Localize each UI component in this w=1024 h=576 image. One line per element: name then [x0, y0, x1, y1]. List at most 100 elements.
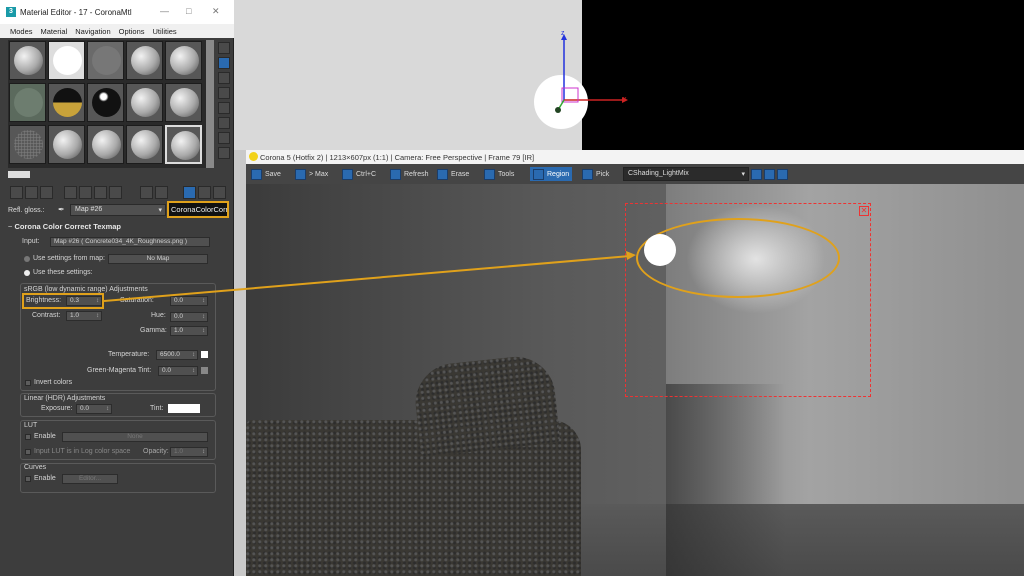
gm-tint-spinner[interactable]: 0.0: [158, 366, 198, 376]
corona-smiley-icon: [249, 152, 258, 161]
lut-file-button[interactable]: None: [62, 432, 208, 442]
minimize-icon[interactable]: —: [160, 6, 169, 16]
gamma-spinner[interactable]: 1.0: [170, 326, 208, 336]
sample-slot[interactable]: [126, 125, 163, 164]
make-unique-icon[interactable]: [79, 186, 92, 199]
put-to-scene-icon[interactable]: [25, 186, 38, 199]
input-map-button[interactable]: Map #26 ( Concrete034_4K_Roughness.png ): [50, 237, 210, 247]
material-id-icon[interactable]: [109, 186, 122, 199]
sample-slot-active[interactable]: [165, 125, 202, 164]
video-color-check-icon[interactable]: [218, 102, 230, 114]
refl-gloss-label: Refl. gloss.:: [8, 207, 45, 214]
refresh-button[interactable]: Refresh: [387, 167, 432, 181]
sample-slot[interactable]: [87, 41, 124, 80]
ctrl-c-button[interactable]: Ctrl+C: [339, 167, 379, 181]
show-end-result-icon[interactable]: [155, 186, 168, 199]
lut-log-label: Input LUT is in Log color space: [34, 448, 131, 455]
temperature-spinner[interactable]: 6500.0: [156, 350, 198, 360]
lut-enable-checkbox[interactable]: [25, 434, 31, 440]
render-image[interactable]: ✕: [246, 184, 1024, 576]
hue-spinner[interactable]: 0.0: [170, 312, 208, 322]
sample-slot[interactable]: [165, 41, 202, 80]
sample-slot[interactable]: [9, 83, 46, 122]
sample-slot[interactable]: [9, 125, 46, 164]
contrast-spinner[interactable]: 1.0: [66, 311, 102, 321]
zoom-in-icon[interactable]: [751, 168, 762, 180]
region-label: Region: [547, 170, 570, 178]
opacity-spinner[interactable]: 1.0: [170, 447, 208, 457]
sample-slot[interactable]: [87, 83, 124, 122]
slot-scroll-thumb[interactable]: [8, 171, 30, 178]
go-forward-sibling-icon[interactable]: [198, 186, 211, 199]
map-type-button[interactable]: CoronaColorCorrect: [167, 201, 229, 218]
transform-gizmo-icon[interactable]: [548, 30, 638, 120]
saturation-spinner[interactable]: 0.0: [170, 296, 208, 306]
sample-slot[interactable]: [48, 83, 85, 122]
sample-slot[interactable]: [9, 41, 46, 80]
select-by-material-icon[interactable]: [218, 147, 230, 159]
use-these-settings-radio[interactable]: [24, 270, 30, 276]
settings-map-button[interactable]: No Map: [108, 254, 208, 264]
options-icon[interactable]: [218, 132, 230, 144]
make-preview-icon[interactable]: [218, 117, 230, 129]
pick-material-icon[interactable]: [213, 186, 226, 199]
erase-label: Erase: [451, 170, 470, 178]
background-icon[interactable]: [218, 72, 230, 84]
go-to-parent-icon[interactable]: [183, 186, 196, 199]
region-button[interactable]: Region: [530, 167, 573, 181]
curves-enable-checkbox[interactable]: [25, 476, 31, 482]
temperature-color-swatch[interactable]: [201, 351, 208, 358]
gm-tint-label: Green-Magenta Tint:: [87, 367, 152, 374]
sample-uv-tiling-icon[interactable]: [218, 87, 230, 99]
lut-log-checkbox[interactable]: [25, 449, 31, 455]
menu-modes[interactable]: Modes: [10, 27, 33, 36]
assign-to-selection-icon[interactable]: [40, 186, 53, 199]
brightness-spinner[interactable]: 0.3: [66, 296, 102, 306]
sample-slot[interactable]: [87, 125, 124, 164]
zoom-out-icon[interactable]: [764, 168, 775, 180]
zoom-fit-icon[interactable]: [777, 168, 788, 180]
region-close-icon[interactable]: ✕: [859, 206, 869, 216]
exposure-spinner[interactable]: 0.0: [76, 404, 112, 414]
sample-slot[interactable]: [165, 83, 202, 122]
to-max-button[interactable]: > Max: [292, 167, 331, 181]
save-button[interactable]: Save: [248, 167, 284, 181]
maximize-icon[interactable]: □: [186, 6, 191, 16]
tools-button[interactable]: Tools: [481, 167, 517, 181]
tint-color-swatch[interactable]: [168, 404, 200, 413]
curves-editor-button[interactable]: Editor...: [62, 474, 118, 484]
gm-tint-color-swatch[interactable]: [201, 367, 208, 374]
menu-material[interactable]: Material: [41, 27, 68, 36]
material-sphere: [14, 46, 43, 75]
eyedropper-icon[interactable]: ✒: [58, 205, 65, 214]
invert-colors-checkbox[interactable]: [25, 380, 31, 386]
sample-slot[interactable]: [48, 41, 85, 80]
material-sphere: [92, 88, 121, 117]
backlight-icon[interactable]: [218, 57, 230, 69]
use-settings-from-map-radio[interactable]: [24, 256, 30, 262]
sample-slot[interactable]: [48, 125, 85, 164]
rollout-header[interactable]: − Corona Color Correct Texmap: [8, 222, 232, 232]
lightmix-dropdown[interactable]: CShading_LightMix ▾: [623, 167, 749, 181]
sample-slot[interactable]: [126, 83, 163, 122]
material-sphere: [170, 46, 199, 75]
sample-slot[interactable]: [126, 41, 163, 80]
menu-utilities[interactable]: Utilities: [153, 27, 177, 36]
erase-button[interactable]: Erase: [434, 167, 472, 181]
lut-group-title: LUT: [24, 422, 38, 429]
get-material-icon[interactable]: [10, 186, 23, 199]
reset-map-icon[interactable]: [64, 186, 77, 199]
pick-button[interactable]: Pick: [579, 167, 612, 181]
linear-group-title: Linear (HDR) Adjustments: [24, 395, 106, 402]
put-to-library-icon[interactable]: [94, 186, 107, 199]
contrast-label: Contrast:: [32, 312, 61, 319]
refresh-label: Refresh: [404, 170, 429, 178]
menu-navigation[interactable]: Navigation: [75, 27, 110, 36]
show-shaded-icon[interactable]: [140, 186, 153, 199]
viewport-strip: [234, 150, 246, 576]
menu-options[interactable]: Options: [119, 27, 145, 36]
sample-slots-scrollbar[interactable]: [206, 40, 214, 168]
map-name-dropdown[interactable]: Map #26 ▾: [70, 204, 166, 216]
sample-type-icon[interactable]: [218, 42, 230, 54]
close-icon[interactable]: ✕: [212, 6, 220, 17]
